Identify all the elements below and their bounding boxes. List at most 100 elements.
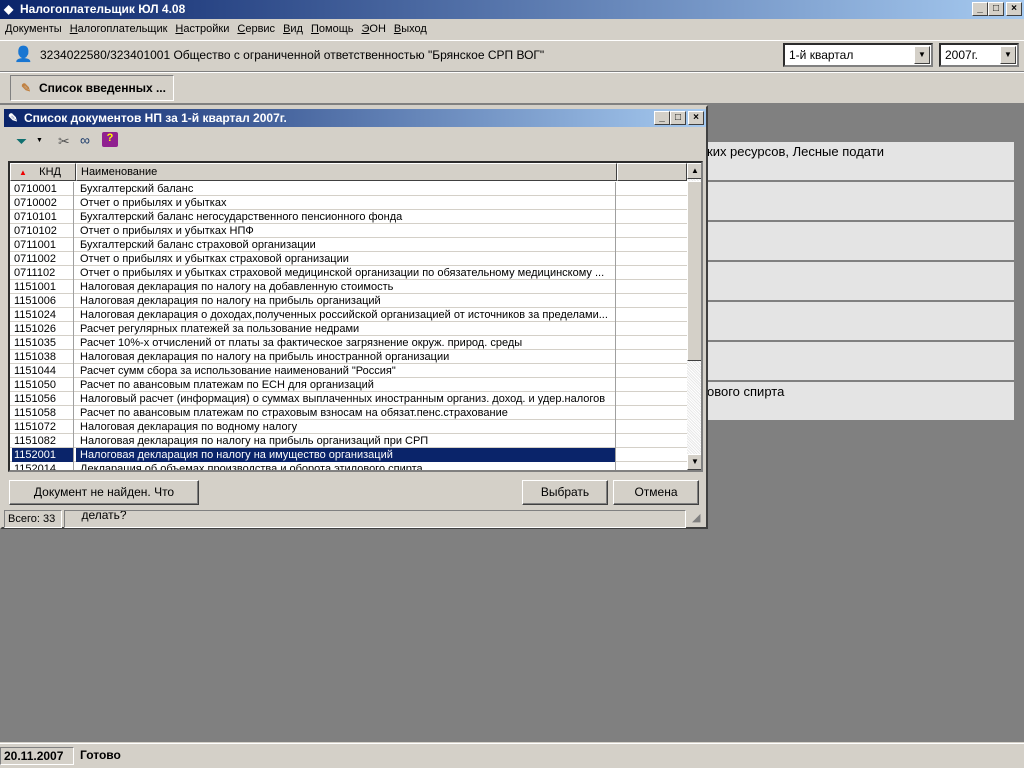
table-row[interactable]: 1151050 Расчет по авансовым платежам по Е… (10, 378, 687, 392)
cell-name: Бухгалтерский баланс негосударственного … (76, 210, 616, 224)
table-row[interactable]: 1151006 Налоговая декларация по налогу на… (10, 294, 687, 308)
background-panel (707, 182, 1014, 220)
table-row[interactable]: 1151035 Расчет 10%-х отчислений от платы … (10, 336, 687, 350)
filter-icon[interactable]: ⏷ (16, 133, 27, 150)
scroll-thumb[interactable] (687, 181, 701, 361)
cell-name: Налоговая декларация по налогу на имущес… (76, 448, 616, 462)
menu-service[interactable]: Сервис (236, 19, 280, 39)
table-row[interactable]: 0710102 Отчет о прибылях и убытках НПФ (10, 224, 687, 238)
tools-icon[interactable]: ✂ (58, 133, 70, 150)
background-panel (707, 262, 1014, 300)
close-button[interactable]: × (1006, 2, 1022, 16)
cell-knd: 1151044 (12, 364, 74, 378)
table-row[interactable]: 1151082 Налоговая декларация по налогу на… (10, 434, 687, 448)
cell-knd: 0710001 (12, 182, 74, 196)
total-count: Всего: 33 (4, 510, 62, 528)
sort-asc-icon: ▲ (19, 168, 27, 177)
not-found-help-button[interactable]: Документ не найден. Что делать? (9, 480, 199, 522)
cell-knd: 0710102 (12, 224, 74, 238)
menu-exit[interactable]: Выход (393, 19, 432, 39)
menu-documents[interactable]: Документы (4, 19, 67, 39)
cell-name: Налоговая декларация по налогу на прибыл… (76, 350, 616, 364)
cell-name: Расчет регулярных платежей за пользовани… (76, 322, 616, 336)
column-header-name[interactable]: Наименование (76, 163, 617, 181)
column-header-knd[interactable]: ▲ КНД (10, 163, 76, 181)
scroll-down-button[interactable]: ▼ (687, 454, 701, 470)
table-row[interactable]: 1151058 Расчет по авансовым платежам по с… (10, 406, 687, 420)
cell-name: Декларация об объемах производства и обо… (76, 462, 616, 470)
cell-knd: 0710101 (12, 210, 74, 224)
cell-knd: 0711002 (12, 252, 74, 266)
cell-knd: 1151038 (12, 350, 74, 364)
period-select[interactable]: 1-й квартал ▼ (783, 43, 933, 67)
chevron-down-icon[interactable]: ▼ (1000, 46, 1016, 64)
table-row[interactable]: 1151024 Налоговая декларация о доходах,по… (10, 308, 687, 322)
menu-taxpayer[interactable]: Налогоплательщик (69, 19, 173, 39)
table-row[interactable]: 0710002 Отчет о прибылях и убытках (10, 196, 687, 210)
document-icon: ✎ (21, 81, 32, 95)
binoculars-icon[interactable]: ∞ (80, 132, 90, 148)
menu-eon[interactable]: ЭОН (360, 19, 390, 39)
cell-knd: 1151082 (12, 434, 74, 448)
minimize-button[interactable]: _ (972, 2, 988, 16)
cell-knd: 1152001 (12, 448, 74, 462)
table-row[interactable]: 1151001 Налоговая декларация по налогу на… (10, 280, 687, 294)
column-header-extra[interactable] (617, 163, 687, 181)
user-icon: 👤 (14, 46, 33, 63)
table-row[interactable]: 0711002 Отчет о прибылях и убытках страхо… (10, 252, 687, 266)
tab-document-list[interactable]: ✎ Список введенных ... (10, 75, 174, 101)
statusbar: 20.11.2007 Готово (0, 743, 1024, 768)
chevron-down-icon[interactable]: ▼ (36, 137, 43, 144)
header-label: Наименование (81, 166, 158, 178)
table-row[interactable]: 0711001 Бухгалтерский баланс страховой ор… (10, 238, 687, 252)
menu-help[interactable]: Помощь (310, 19, 359, 39)
cell-name: Отчет о прибылях и убытках НПФ (76, 224, 616, 238)
cell-knd: 1151050 (12, 378, 74, 392)
dialog-toolbar: ⏷ ▼ ✂ ∞ ? (6, 129, 206, 155)
background-panel: ового спирта (707, 382, 1014, 420)
cancel-button[interactable]: Отмена (613, 480, 699, 505)
table-row[interactable]: 1151072 Налоговая декларация по водному н… (10, 420, 687, 434)
documents-table: ▲ КНД Наименование 0710001 Бухгалтерский … (8, 161, 703, 472)
cell-knd: 1151026 (12, 322, 74, 336)
cell-name: Отчет о прибылях и убытках страховой мед… (76, 266, 616, 280)
cell-knd: 1151072 (12, 420, 74, 434)
cell-name: Отчет о прибылях и убытках (76, 196, 616, 210)
cell-name: Налоговая декларация о доходах,полученны… (76, 308, 616, 322)
restore-button[interactable]: □ (988, 2, 1004, 16)
org-name: 3234022580/323401001 Общество с ограниче… (40, 48, 545, 62)
cell-name: Налоговая декларация по налогу на добавл… (76, 280, 616, 294)
help-book-icon[interactable]: ? (102, 132, 118, 147)
cell-knd: 1152014 (12, 462, 74, 470)
tab-label: Список введенных ... (39, 81, 166, 95)
dialog-minimize-button[interactable]: _ (654, 111, 670, 125)
table-row[interactable]: 0710001 Бухгалтерский баланс (10, 182, 687, 196)
chevron-down-icon[interactable]: ▼ (914, 46, 930, 64)
dialog-close-button[interactable]: × (688, 111, 704, 125)
cell-knd: 0710002 (12, 196, 74, 210)
cell-knd: 1151006 (12, 294, 74, 308)
table-row[interactable]: 1151044 Расчет сумм сбора за использовани… (10, 364, 687, 378)
select-button[interactable]: Выбрать (522, 480, 608, 505)
scroll-up-button[interactable]: ▲ (687, 163, 701, 179)
cell-name: Налоговая декларация по налогу на прибыл… (76, 434, 616, 448)
app-titlebar: ◆ Налогоплательщик ЮЛ 4.08 _ □ × (0, 0, 1024, 19)
vertical-scrollbar[interactable]: ▲ ▼ (687, 163, 701, 470)
resize-grip-icon[interactable]: ◢ (692, 511, 700, 524)
table-row[interactable]: 1152001 Налоговая декларация по налогу на… (10, 448, 687, 462)
table-row[interactable]: 1151026 Расчет регулярных платежей за пол… (10, 322, 687, 336)
table-row[interactable]: 1151056 Налоговый расчет (информация) о с… (10, 392, 687, 406)
cell-knd: 1151001 (12, 280, 74, 294)
table-row[interactable]: 1152014 Декларация об объемах производств… (10, 462, 687, 470)
table-row[interactable]: 0710101 Бухгалтерский баланс негосударств… (10, 210, 687, 224)
cell-name: Налоговый расчет (информация) о суммах в… (76, 392, 616, 406)
dialog-maximize-button[interactable]: □ (670, 111, 686, 125)
table-row[interactable]: 1151038 Налоговая декларация по налогу на… (10, 350, 687, 364)
year-value: 2007г. (945, 48, 978, 62)
year-select[interactable]: 2007г. ▼ (939, 43, 1019, 67)
table-row[interactable]: 0711102 Отчет о прибылях и убытках страхо… (10, 266, 687, 280)
menu-view[interactable]: Вид (282, 19, 308, 39)
dialog-titlebar: ✎ Список документов НП за 1-й квартал 20… (4, 109, 706, 127)
period-value: 1-й квартал (789, 48, 854, 62)
menu-settings[interactable]: Настройки (174, 19, 234, 39)
